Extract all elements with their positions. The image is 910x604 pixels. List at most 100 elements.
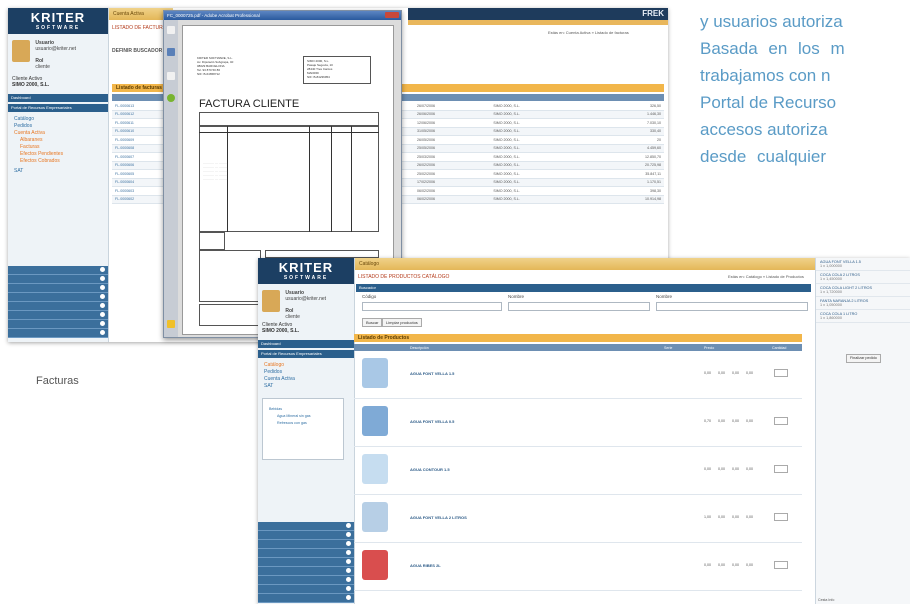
tab-info[interactable]: Info	[828, 598, 834, 602]
bookmark-icon[interactable]	[167, 48, 175, 56]
product-name[interactable]: AGUA FONT VELLA 1.5	[410, 371, 454, 376]
nav-row[interactable]	[8, 320, 108, 329]
menu-sat[interactable]: SAT	[14, 168, 23, 174]
col-qty[interactable]: Cantidad	[772, 346, 786, 350]
nav-row[interactable]	[8, 266, 108, 275]
invoice-amount: 1.170,51	[593, 178, 664, 187]
menu-albaranes[interactable]: Albaranes	[20, 137, 43, 143]
portal-band[interactable]: Portal de Recursos Empresariales	[8, 104, 108, 112]
nav-row[interactable]	[8, 284, 108, 293]
nav-row[interactable]	[258, 558, 354, 567]
portal-band[interactable]: Portal de Recursos Empresariales	[258, 350, 354, 358]
col-price[interactable]: Precio	[704, 346, 714, 350]
menu-pedidos[interactable]: Pedidos	[264, 369, 282, 375]
col-desc[interactable]: Descripción	[410, 346, 429, 350]
cart-item[interactable]: COCA COLA 2 LITROS 1 x 1,450000	[816, 271, 910, 284]
menu-efectos-cobrados[interactable]: Efectos Cobrados	[20, 158, 60, 164]
invoice-amount: 4.459,60	[593, 144, 664, 153]
dashboard-band[interactable]: Dashboard	[8, 94, 108, 102]
nav-row[interactable]	[8, 302, 108, 311]
name-field[interactable]	[508, 302, 650, 311]
invoice-date: 26/07/2006	[414, 102, 491, 111]
product-prices: 0,00 0,00 0,00 0,00	[704, 563, 753, 567]
product-image[interactable]	[362, 358, 388, 388]
nav-accordion	[258, 522, 354, 603]
lock-icon[interactable]	[167, 320, 175, 328]
tree-node[interactable]: Refrescos con gas	[277, 421, 307, 425]
product-name[interactable]: AGUA FONT VELLA 2 LITROS	[410, 515, 467, 520]
menu-cuenta-activa[interactable]: Cuenta Activa	[14, 130, 45, 136]
menu-pedidos[interactable]: Pedidos	[14, 123, 32, 129]
checkout-button[interactable]: Finalizar pedido	[846, 354, 881, 363]
sidebar: KRITER SOFTWARE Usuario usuario@kriter.ne…	[258, 258, 355, 604]
nav-row[interactable]	[8, 275, 108, 284]
col-serie[interactable]: Serie	[664, 346, 672, 350]
nav-row[interactable]	[8, 311, 108, 320]
product-row[interactable]: AGUA CONTOUR 1.5 0,00 0,00 0,00 0,00	[354, 450, 802, 495]
section-bar[interactable]: Catálogo	[355, 258, 819, 270]
nav-row[interactable]	[8, 293, 108, 302]
tab-cart[interactable]: Cesta	[818, 598, 827, 602]
quantity-input[interactable]	[774, 561, 788, 569]
nav-row[interactable]	[258, 549, 354, 558]
menu-sat[interactable]: SAT	[264, 383, 273, 389]
menu-efectos-pendientes[interactable]: Efectos Pendientes	[20, 151, 63, 157]
product-image[interactable]	[362, 502, 388, 532]
nav-row[interactable]	[258, 585, 354, 594]
product-row[interactable]: AGUA FONT VELLA 1.5 0,00 0,00 0,00 0,00	[354, 354, 802, 399]
invoice-client: SIMO 2000, S.L.	[490, 186, 594, 196]
cart-item[interactable]: FANTA NARANJA 2 LITROS 1 x 1,050000	[816, 297, 910, 310]
nav-row[interactable]	[258, 522, 354, 531]
invoice-date: 12/06/2006	[414, 118, 491, 128]
menu-cuenta-activa[interactable]: Cuenta Activa	[264, 376, 295, 382]
tree-node[interactable]: Bebidas	[269, 407, 282, 411]
sender-address: KRITER SOFTWARE, S.L. Av. Diputació Subgr…	[197, 56, 234, 76]
page-icon[interactable]	[167, 26, 175, 34]
invoice-amount: 20	[593, 135, 664, 145]
quantity-input[interactable]	[774, 513, 788, 521]
name-label: Nombre	[508, 294, 525, 299]
quantity-input[interactable]	[774, 417, 788, 425]
menu-strip	[408, 20, 668, 25]
quantity-input[interactable]	[774, 369, 788, 377]
menu-facturas[interactable]: Facturas	[20, 144, 39, 150]
invoice-client: SIMO 2000, S.L.	[490, 144, 594, 153]
nav-row[interactable]	[8, 329, 108, 338]
product-image[interactable]	[362, 406, 388, 436]
cart-item[interactable]: COCA COLA 1 LITRO 1 x 1,860000	[816, 310, 910, 323]
nav-row[interactable]	[258, 540, 354, 549]
active-client[interactable]: Cliente Activo SIMO 2000, S.L.	[262, 322, 299, 334]
product-row[interactable]: AGUA FONT VELLA 2 LITROS 1,00 0,00 0,00 0…	[354, 498, 802, 543]
active-client[interactable]: Cliente Activo SIMO 2000, S.L.	[12, 76, 49, 88]
clear-products-button[interactable]: Limpiar productos	[382, 318, 422, 327]
invoice-date: 06/02/2006	[414, 186, 491, 196]
product-name[interactable]: AGUA RIBES 2L	[410, 563, 441, 568]
page-subtitle: LISTADO DE FACTURAS	[112, 25, 170, 31]
quantity-input[interactable]	[774, 465, 788, 473]
product-name[interactable]: AGUA FONT VELLA 0.5	[410, 419, 454, 424]
cart-item[interactable]: COCA COLA LIGHT 2 LITROS 1 x 1,720000	[816, 284, 910, 297]
product-name[interactable]: AGUA CONTOUR 1.5	[410, 467, 450, 472]
avatar	[262, 290, 280, 312]
nav-row[interactable]	[258, 531, 354, 540]
menu-catalogo[interactable]: Catálogo	[264, 362, 284, 368]
cart-item-qty: 1 x 1,860000	[820, 316, 842, 320]
nav-row[interactable]	[258, 567, 354, 576]
nav-row[interactable]	[258, 576, 354, 585]
invoice-amount: 12.850,70	[593, 152, 664, 162]
search-button[interactable]: Buscar	[362, 318, 383, 327]
product-image[interactable]	[362, 550, 388, 580]
tree-node[interactable]: Agua Mineral sin gas	[277, 414, 311, 418]
edit-icon[interactable]	[167, 72, 175, 80]
product-row[interactable]: AGUA FONT VELLA 0.5 0,70 0,00 0,00 0,00	[354, 402, 802, 447]
refresh-icon[interactable]	[167, 94, 175, 102]
product-row[interactable]: AGUA RIBES 2L 0,00 0,00 0,00 0,00	[354, 546, 802, 591]
menu-catalogo[interactable]: Catálogo	[14, 116, 34, 122]
nav-row[interactable]	[258, 594, 354, 603]
product-image[interactable]	[362, 454, 388, 484]
cart-item[interactable]: AGUA FONT VELLA 1.5 1 x 1,000000	[816, 258, 910, 271]
code-field[interactable]	[362, 302, 502, 311]
dashboard-band[interactable]: Dashboard	[258, 340, 354, 348]
name-field-2[interactable]	[656, 302, 808, 311]
close-icon[interactable]	[385, 12, 399, 18]
